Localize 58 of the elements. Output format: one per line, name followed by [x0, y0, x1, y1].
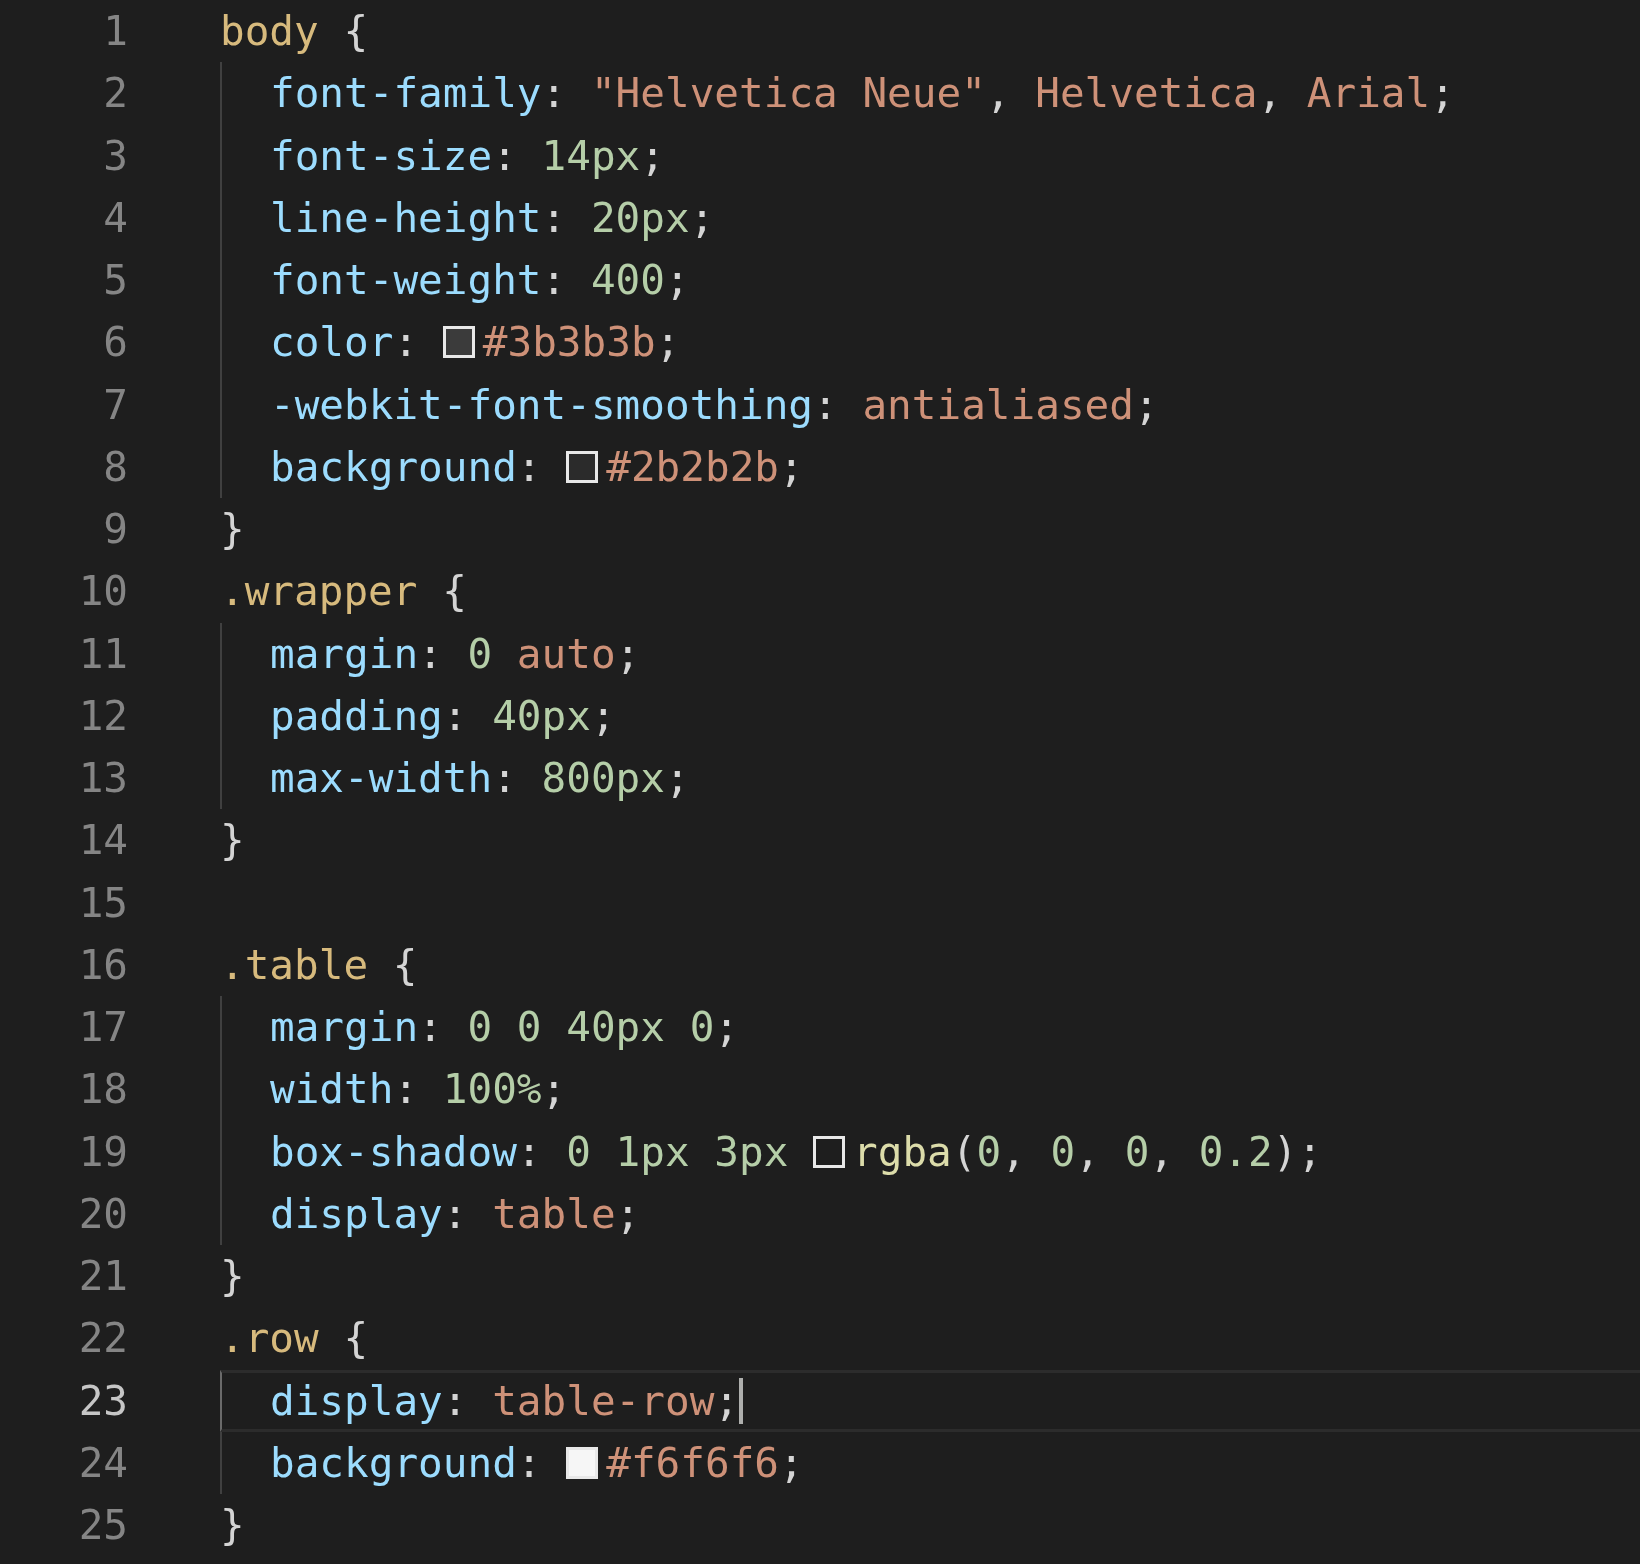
code-text: #3b3b3b;: [482, 318, 681, 367]
line-number: 25: [77, 1501, 128, 1550]
line-number: 7: [102, 380, 128, 429]
line-number: 10: [77, 567, 128, 616]
code-text: font-weight: 400;: [270, 256, 690, 305]
code-text: rgba(0, 0, 0, 0.2);: [853, 1127, 1323, 1176]
code-text: line-height: 20px;: [270, 193, 715, 242]
text-cursor: [739, 1377, 744, 1424]
line-number: 2: [102, 69, 128, 118]
line-number: 21: [77, 1252, 128, 1301]
line-number: 6: [102, 318, 128, 367]
line-number: 5: [102, 256, 128, 305]
color-swatch-icon[interactable]: [813, 1135, 846, 1168]
code-text: display: table-row;: [270, 1376, 740, 1425]
code-text: color:: [270, 318, 420, 367]
line-number: 23: [77, 1376, 128, 1425]
line-number: 1: [102, 7, 128, 56]
code-text: background:: [270, 1438, 543, 1487]
line-number: 9: [102, 505, 128, 554]
code-text: box-shadow: 0 1px 3px: [270, 1127, 790, 1176]
code-text: padding: 40px;: [270, 691, 616, 740]
line-number: 18: [77, 1065, 128, 1114]
line-number: 11: [77, 629, 128, 678]
code-text: -webkit-font-smoothing: antialiased;: [270, 380, 1159, 429]
line-number: 16: [77, 940, 128, 989]
color-swatch-icon[interactable]: [566, 450, 599, 483]
code-text: .table {: [220, 940, 418, 989]
code-text: }: [220, 505, 245, 554]
line-number: 15: [77, 878, 128, 927]
code-text: }: [220, 816, 245, 865]
line-number: 14: [77, 816, 128, 865]
line-number: 13: [77, 754, 128, 803]
color-swatch-icon[interactable]: [566, 1446, 599, 1479]
code-text: .row {: [220, 1314, 369, 1363]
line-number: 24: [77, 1438, 128, 1487]
code-text: font-size: 14px;: [270, 131, 665, 180]
code-text: }: [220, 1501, 245, 1550]
code-text: .wrapper {: [220, 567, 467, 616]
code-text: margin: 0 0 40px 0;: [270, 1003, 739, 1052]
line-number: 20: [77, 1189, 128, 1238]
code-text: display: table;: [270, 1189, 641, 1238]
line-number: 4: [102, 193, 128, 242]
line-number: 22: [77, 1314, 128, 1363]
line-number: 19: [77, 1127, 128, 1176]
code-text: background:: [270, 442, 543, 491]
line-number: 17: [77, 1003, 128, 1052]
code-text: max-width: 800px;: [270, 754, 690, 803]
line-number: 3: [102, 131, 128, 180]
code-text: width: 100%;: [270, 1065, 567, 1114]
code-text: body {: [220, 7, 369, 56]
color-swatch-icon[interactable]: [442, 326, 475, 359]
line-number: 8: [102, 442, 128, 491]
code-text: #2b2b2b;: [606, 442, 804, 491]
code-text: }: [220, 1252, 245, 1301]
code-text: font-family: "Helvetica Neue", Helvetica, Arial;: [270, 69, 1455, 118]
code-text: #f6f6f6;: [606, 1438, 804, 1487]
code-text: margin: 0 auto;: [270, 629, 641, 678]
line-number: 12: [77, 691, 128, 740]
